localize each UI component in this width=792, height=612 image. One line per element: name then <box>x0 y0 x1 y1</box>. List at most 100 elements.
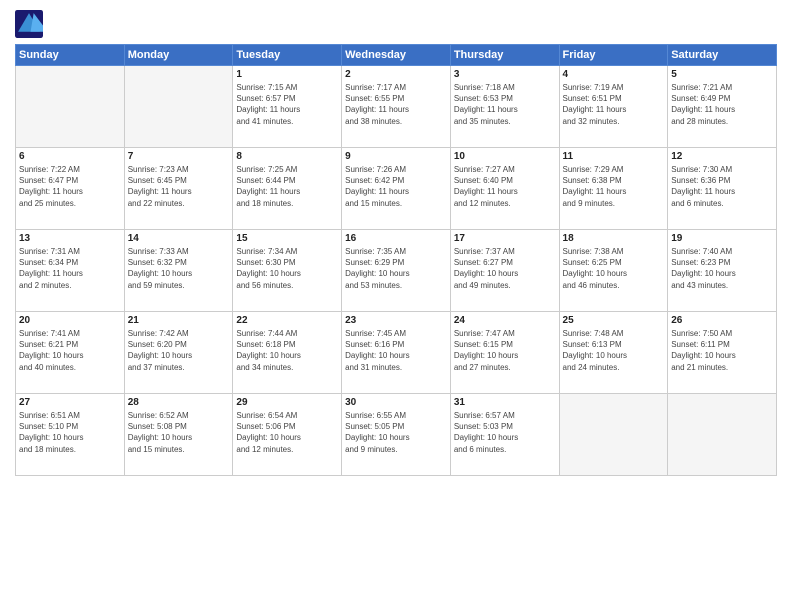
day-info: Sunrise: 7:22 AM Sunset: 6:47 PM Dayligh… <box>19 164 121 209</box>
day-info: Sunrise: 6:52 AM Sunset: 5:08 PM Dayligh… <box>128 410 230 455</box>
weekday-header-row: SundayMondayTuesdayWednesdayThursdayFrid… <box>16 45 777 66</box>
day-info: Sunrise: 7:25 AM Sunset: 6:44 PM Dayligh… <box>236 164 338 209</box>
day-info: Sunrise: 7:38 AM Sunset: 6:25 PM Dayligh… <box>563 246 665 291</box>
day-number: 22 <box>236 315 338 326</box>
day-number: 2 <box>345 69 447 80</box>
day-info: Sunrise: 7:48 AM Sunset: 6:13 PM Dayligh… <box>563 328 665 373</box>
day-number: 31 <box>454 397 556 408</box>
day-number: 30 <box>345 397 447 408</box>
day-info: Sunrise: 7:30 AM Sunset: 6:36 PM Dayligh… <box>671 164 773 209</box>
day-info: Sunrise: 7:18 AM Sunset: 6:53 PM Dayligh… <box>454 82 556 127</box>
day-number: 10 <box>454 151 556 162</box>
day-number: 26 <box>671 315 773 326</box>
day-info: Sunrise: 7:34 AM Sunset: 6:30 PM Dayligh… <box>236 246 338 291</box>
day-cell: 25 Sunrise: 7:48 AM Sunset: 6:13 PM Dayli… <box>559 312 668 394</box>
calendar: SundayMondayTuesdayWednesdayThursdayFrid… <box>15 44 777 476</box>
day-cell: 7 Sunrise: 7:23 AM Sunset: 6:45 PM Daylig… <box>124 148 233 230</box>
day-number: 25 <box>563 315 665 326</box>
day-info: Sunrise: 7:37 AM Sunset: 6:27 PM Dayligh… <box>454 246 556 291</box>
day-number: 23 <box>345 315 447 326</box>
day-number: 6 <box>19 151 121 162</box>
day-number: 7 <box>128 151 230 162</box>
day-info: Sunrise: 7:50 AM Sunset: 6:11 PM Dayligh… <box>671 328 773 373</box>
day-cell: 26 Sunrise: 7:50 AM Sunset: 6:11 PM Dayli… <box>668 312 777 394</box>
weekday-wednesday: Wednesday <box>342 45 451 66</box>
day-number: 21 <box>128 315 230 326</box>
day-number: 18 <box>563 233 665 244</box>
day-info: Sunrise: 6:55 AM Sunset: 5:05 PM Dayligh… <box>345 410 447 455</box>
day-info: Sunrise: 7:47 AM Sunset: 6:15 PM Dayligh… <box>454 328 556 373</box>
day-number: 11 <box>563 151 665 162</box>
day-number: 14 <box>128 233 230 244</box>
day-cell: 14 Sunrise: 7:33 AM Sunset: 6:32 PM Dayli… <box>124 230 233 312</box>
day-cell: 11Sunrise: 7:29 AM Sunset: 6:38 PM Dayli… <box>559 148 668 230</box>
page: SundayMondayTuesdayWednesdayThursdayFrid… <box>0 0 792 612</box>
day-info: Sunrise: 7:23 AM Sunset: 6:45 PM Dayligh… <box>128 164 230 209</box>
day-number: 24 <box>454 315 556 326</box>
day-info: Sunrise: 7:41 AM Sunset: 6:21 PM Dayligh… <box>19 328 121 373</box>
day-number: 13 <box>19 233 121 244</box>
day-cell: 5 Sunrise: 7:21 AM Sunset: 6:49 PM Daylig… <box>668 66 777 148</box>
day-info: Sunrise: 7:31 AM Sunset: 6:34 PM Dayligh… <box>19 246 121 291</box>
week-row-4: 27 Sunrise: 6:51 AM Sunset: 5:10 PM Dayli… <box>16 394 777 476</box>
week-row-1: 6 Sunrise: 7:22 AM Sunset: 6:47 PM Daylig… <box>16 148 777 230</box>
day-cell: 30 Sunrise: 6:55 AM Sunset: 5:05 PM Dayli… <box>342 394 451 476</box>
day-cell: 27 Sunrise: 6:51 AM Sunset: 5:10 PM Dayli… <box>16 394 125 476</box>
day-info: Sunrise: 6:54 AM Sunset: 5:06 PM Dayligh… <box>236 410 338 455</box>
day-cell: 21 Sunrise: 7:42 AM Sunset: 6:20 PM Dayli… <box>124 312 233 394</box>
weekday-tuesday: Tuesday <box>233 45 342 66</box>
day-info: Sunrise: 7:26 AM Sunset: 6:42 PM Dayligh… <box>345 164 447 209</box>
day-number: 1 <box>236 69 338 80</box>
day-info: Sunrise: 7:27 AM Sunset: 6:40 PM Dayligh… <box>454 164 556 209</box>
day-cell: 6 Sunrise: 7:22 AM Sunset: 6:47 PM Daylig… <box>16 148 125 230</box>
day-cell: 4 Sunrise: 7:19 AM Sunset: 6:51 PM Daylig… <box>559 66 668 148</box>
day-number: 20 <box>19 315 121 326</box>
day-cell: 22 Sunrise: 7:44 AM Sunset: 6:18 PM Dayli… <box>233 312 342 394</box>
week-row-3: 20 Sunrise: 7:41 AM Sunset: 6:21 PM Dayli… <box>16 312 777 394</box>
day-number: 19 <box>671 233 773 244</box>
day-number: 17 <box>454 233 556 244</box>
day-number: 16 <box>345 233 447 244</box>
day-number: 28 <box>128 397 230 408</box>
day-cell: 28 Sunrise: 6:52 AM Sunset: 5:08 PM Dayli… <box>124 394 233 476</box>
day-info: Sunrise: 7:33 AM Sunset: 6:32 PM Dayligh… <box>128 246 230 291</box>
day-info: Sunrise: 6:57 AM Sunset: 5:03 PM Dayligh… <box>454 410 556 455</box>
day-cell: 13 Sunrise: 7:31 AM Sunset: 6:34 PM Dayli… <box>16 230 125 312</box>
logo-icon <box>15 10 43 38</box>
day-number: 5 <box>671 69 773 80</box>
header <box>15 10 777 38</box>
day-number: 27 <box>19 397 121 408</box>
day-info: Sunrise: 7:42 AM Sunset: 6:20 PM Dayligh… <box>128 328 230 373</box>
day-number: 29 <box>236 397 338 408</box>
day-cell: 2Sunrise: 7:17 AM Sunset: 6:55 PM Daylig… <box>342 66 451 148</box>
day-cell: 12 Sunrise: 7:30 AM Sunset: 6:36 PM Dayli… <box>668 148 777 230</box>
day-cell: 18 Sunrise: 7:38 AM Sunset: 6:25 PM Dayli… <box>559 230 668 312</box>
day-cell <box>668 394 777 476</box>
day-cell: 16Sunrise: 7:35 AM Sunset: 6:29 PM Dayli… <box>342 230 451 312</box>
day-info: Sunrise: 7:40 AM Sunset: 6:23 PM Dayligh… <box>671 246 773 291</box>
day-cell: 23Sunrise: 7:45 AM Sunset: 6:16 PM Dayli… <box>342 312 451 394</box>
day-number: 15 <box>236 233 338 244</box>
day-cell: 29 Sunrise: 6:54 AM Sunset: 5:06 PM Dayli… <box>233 394 342 476</box>
day-info: Sunrise: 7:44 AM Sunset: 6:18 PM Dayligh… <box>236 328 338 373</box>
day-info: Sunrise: 7:15 AM Sunset: 6:57 PM Dayligh… <box>236 82 338 127</box>
day-cell: 15 Sunrise: 7:34 AM Sunset: 6:30 PM Dayli… <box>233 230 342 312</box>
day-info: Sunrise: 6:51 AM Sunset: 5:10 PM Dayligh… <box>19 410 121 455</box>
day-info: Sunrise: 7:19 AM Sunset: 6:51 PM Dayligh… <box>563 82 665 127</box>
day-cell <box>16 66 125 148</box>
day-number: 4 <box>563 69 665 80</box>
day-cell: 1 Sunrise: 7:15 AM Sunset: 6:57 PM Daylig… <box>233 66 342 148</box>
day-cell: 17 Sunrise: 7:37 AM Sunset: 6:27 PM Dayli… <box>450 230 559 312</box>
weekday-sunday: Sunday <box>16 45 125 66</box>
day-cell: 31 Sunrise: 6:57 AM Sunset: 5:03 PM Dayli… <box>450 394 559 476</box>
day-cell: 19 Sunrise: 7:40 AM Sunset: 6:23 PM Dayli… <box>668 230 777 312</box>
day-number: 9 <box>345 151 447 162</box>
day-cell: 9 Sunrise: 7:26 AM Sunset: 6:42 PM Daylig… <box>342 148 451 230</box>
day-info: Sunrise: 7:21 AM Sunset: 6:49 PM Dayligh… <box>671 82 773 127</box>
weekday-monday: Monday <box>124 45 233 66</box>
day-cell: 8 Sunrise: 7:25 AM Sunset: 6:44 PM Daylig… <box>233 148 342 230</box>
day-number: 3 <box>454 69 556 80</box>
day-number: 8 <box>236 151 338 162</box>
day-number: 12 <box>671 151 773 162</box>
weekday-thursday: Thursday <box>450 45 559 66</box>
